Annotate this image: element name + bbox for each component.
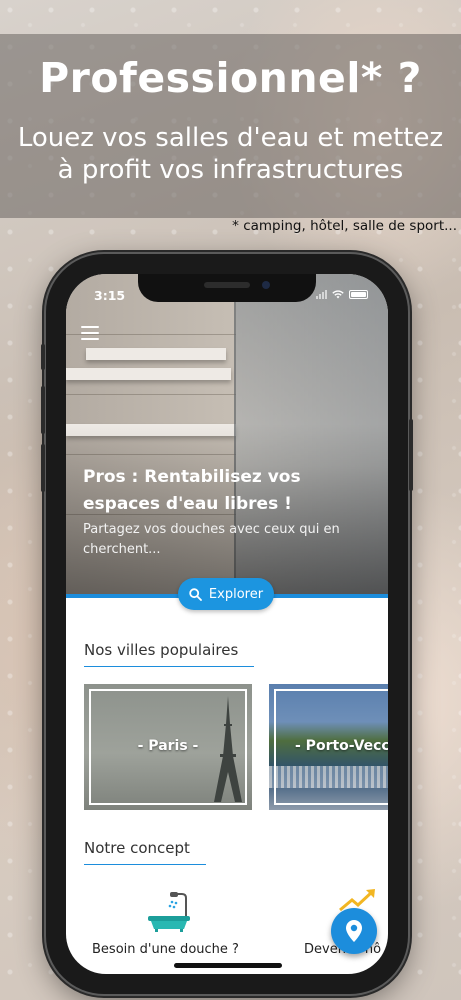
status-time: 3:15 — [94, 288, 126, 303]
top-banner: Professionnel* ? Louez vos salles d'eau … — [0, 34, 461, 218]
phone-mockup: 3:15 Pros : Rentabilisez vos espaces d'e… — [41, 254, 413, 994]
hero-title: Pros : Rentabilisez vos espaces d'eau li… — [83, 464, 333, 518]
banner-title: Professionnel* ? — [39, 54, 422, 102]
concept-title: Notre concept — [84, 839, 190, 857]
city-label-porto-vecchio: - Porto-Veccl — [295, 738, 388, 754]
city-card-porto-vecchio[interactable]: - Porto-Veccl — [269, 684, 388, 810]
home-indicator — [174, 963, 282, 968]
phone-notch — [138, 274, 316, 302]
battery-icon — [349, 290, 368, 299]
banner-footnote: * camping, hôtel, salle de sport... — [232, 218, 457, 234]
popular-cities-title: Nos villes populaires — [84, 641, 239, 659]
hero-subtitle: Partagez vos douches avec ceux qui en ch… — [83, 522, 340, 557]
concept-underline — [84, 864, 206, 865]
concept-label-shower: Besoin d'une douche ? — [92, 942, 239, 957]
city-label-paris: - Paris - — [137, 738, 199, 754]
popular-cities-underline — [84, 666, 254, 667]
search-icon — [189, 587, 202, 601]
city-card-paris[interactable]: - Paris - — [84, 684, 252, 810]
volume-up-button — [41, 386, 45, 434]
banner-subtitle: Louez vos salles d'eau et mettez à profi… — [0, 122, 461, 186]
status-icons — [316, 290, 368, 299]
app-screen: 3:15 Pros : Rentabilisez vos espaces d'e… — [66, 274, 388, 974]
signal-icon — [316, 290, 327, 299]
bathtub-shower-icon — [148, 892, 190, 932]
banner-subtitle-line2: à profit vos infrastructures — [57, 155, 404, 185]
volume-down-button — [41, 444, 45, 492]
power-button — [409, 419, 413, 491]
banner-subtitle-line1: Louez vos salles d'eau et mettez — [17, 123, 444, 153]
hero-title-line2: espaces d'eau libres ! — [83, 494, 292, 514]
wifi-icon — [332, 290, 344, 299]
hamburger-menu-icon[interactable] — [81, 326, 99, 340]
explore-button[interactable]: Explorer — [178, 578, 274, 610]
map-fab-button[interactable] — [331, 908, 377, 954]
mute-switch — [41, 344, 45, 370]
explore-button-label: Explorer — [208, 586, 264, 602]
map-pin-icon — [346, 920, 362, 942]
hero-title-line1: Pros : Rentabilisez vos — [83, 467, 301, 487]
